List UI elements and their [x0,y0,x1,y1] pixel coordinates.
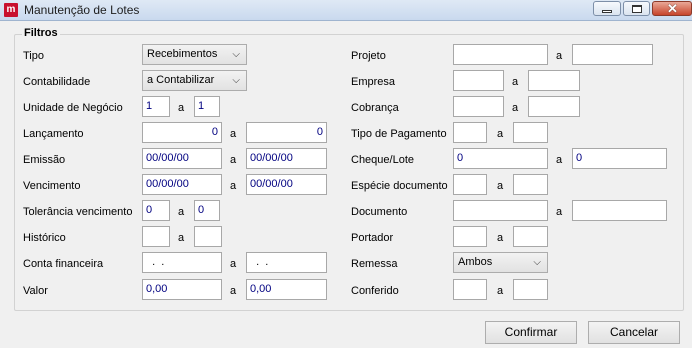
valor-label: Valor [23,285,48,297]
filters-group-title: Filtros [22,27,60,39]
tipo-select[interactable]: Recebimentos ⌵ [142,44,247,65]
app-logo-icon: m [4,3,18,17]
projeto-label: Projeto [351,50,386,62]
tipo-select-value: Recebimentos [147,48,218,60]
historico-sep: a [178,232,185,244]
vencimento-to-input[interactable]: 00/00/00 [246,174,327,195]
conferido-label: Conferido [351,285,399,297]
projeto-from-input[interactable] [453,44,548,65]
close-button[interactable]: ✕ [652,1,692,16]
cheque-from-input[interactable]: 0 [453,148,548,169]
projeto-sep: a [556,50,563,62]
tipo-pagamento-from-input[interactable] [453,122,487,143]
portador-label: Portador [351,232,394,244]
portador-sep: a [497,232,504,244]
lancamento-to-input[interactable]: 0 [246,122,327,143]
confirmar-button[interactable]: Confirmar [485,321,577,344]
conferido-from-input[interactable] [453,279,487,300]
contabilidade-label: Contabilidade [23,76,91,88]
valor-sep: a [230,285,237,297]
emissao-label: Emissão [23,154,66,166]
historico-from-input[interactable] [142,226,170,247]
especie-label: Espécie documento [351,180,448,192]
especie-from-input[interactable] [453,174,487,195]
emissao-from-input[interactable]: 00/00/00 [142,148,222,169]
documento-sep: a [556,206,563,218]
maximize-icon [632,5,642,13]
portador-to-input[interactable] [513,226,548,247]
emissao-to-input[interactable]: 00/00/00 [246,148,327,169]
emissao-sep: a [230,154,237,166]
documento-to-input[interactable] [572,200,667,221]
portador-from-input[interactable] [453,226,487,247]
filters-group [14,34,684,311]
unidade-label: Unidade de Negócio [23,102,123,114]
conta-to-input[interactable]: . . [246,252,327,273]
conta-label: Conta financeira [23,258,104,270]
tipo-pagamento-label: Tipo de Pagamento [351,128,447,140]
cheque-label: Cheque/Lote [351,154,414,166]
cheque-to-input[interactable]: 0 [572,148,667,169]
cheque-sep: a [556,154,563,166]
cobranca-to-input[interactable] [528,96,580,117]
remessa-select-value: Ambos [458,256,493,268]
unidade-sep: a [178,102,185,114]
empresa-sep: a [512,76,519,88]
cancelar-button[interactable]: Cancelar [588,321,680,344]
unidade-from-input[interactable]: 1 [142,96,170,117]
remessa-label: Remessa [351,258,398,270]
conta-from-input[interactable]: . . [142,252,222,273]
unidade-to-input[interactable]: 1 [194,96,220,117]
chevron-down-icon: ⌵ [232,49,240,60]
lancamento-label: Lançamento [23,128,84,140]
vencimento-from-input[interactable]: 00/00/00 [142,174,222,195]
tolerancia-to-input[interactable]: 0 [194,200,220,221]
minimize-icon [602,10,612,13]
chevron-down-icon: ⌵ [232,75,240,86]
vencimento-label: Vencimento [23,180,81,192]
remessa-select[interactable]: Ambos ⌵ [453,252,548,273]
documento-label: Documento [351,206,408,218]
title-bar: m Manutenção de Lotes ✕ [0,0,692,21]
valor-from-input[interactable]: 0,00 [142,279,222,300]
valor-to-input[interactable]: 0,00 [246,279,327,300]
tipo-label: Tipo [23,50,44,62]
cobranca-sep: a [512,102,519,114]
conferido-sep: a [497,285,504,297]
maximize-button[interactable] [623,1,650,16]
close-icon: ✕ [667,1,678,16]
tolerancia-label: Tolerância vencimento [23,206,133,218]
especie-to-input[interactable] [513,174,548,195]
window-title: Manutenção de Lotes [24,3,140,17]
empresa-label: Empresa [351,76,396,88]
tolerancia-sep: a [178,206,185,218]
contabilidade-select-value: a Contabilizar [147,74,215,86]
lancamento-from-input[interactable]: 0 [142,122,222,143]
documento-from-input[interactable] [453,200,548,221]
tipo-pagamento-to-input[interactable] [513,122,548,143]
minimize-button[interactable] [593,1,621,16]
projeto-to-input[interactable] [572,44,653,65]
cobranca-label: Cobrança [351,102,399,114]
lancamento-sep: a [230,128,237,140]
empresa-to-input[interactable] [528,70,580,91]
cobranca-from-input[interactable] [453,96,504,117]
tolerancia-from-input[interactable]: 0 [142,200,170,221]
chevron-down-icon: ⌵ [533,257,541,268]
vencimento-sep: a [230,180,237,192]
historico-to-input[interactable] [194,226,222,247]
conferido-to-input[interactable] [513,279,548,300]
tipo-pagamento-sep: a [497,128,504,140]
contabilidade-select[interactable]: a Contabilizar ⌵ [142,70,247,91]
empresa-from-input[interactable] [453,70,504,91]
conta-sep: a [230,258,237,270]
especie-sep: a [497,180,504,192]
historico-label: Histórico [23,232,66,244]
